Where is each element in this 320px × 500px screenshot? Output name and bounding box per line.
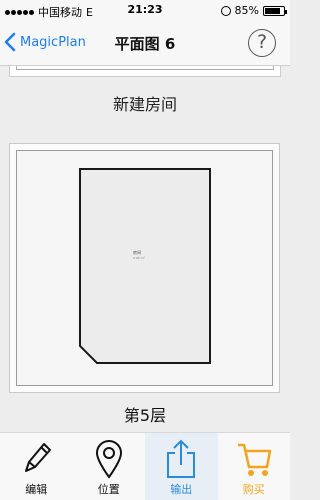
floor-card[interactable]: 房间 0.00 m² — [10, 144, 279, 392]
tab-buy-label: 购买 — [242, 483, 265, 496]
battery-group: 85% — [220, 4, 287, 17]
floor-label: 第5层 — [123, 406, 167, 425]
new-room-label[interactable]: 新建房间 — [0, 91, 290, 115]
map-pin-icon — [95, 440, 122, 479]
bottom-tab-bar: 编辑 位置 输出 购买 — [0, 432, 290, 500]
tab-edit-label: 编辑 — [25, 483, 48, 496]
rotation-lock-icon — [220, 5, 231, 16]
room-area-label: 0.00 m² — [133, 256, 145, 260]
tab-edit[interactable]: 编辑 — [0, 433, 73, 500]
shopping-cart-icon — [237, 443, 271, 476]
new-room-card[interactable] — [10, 66, 280, 76]
navigation-bar: MagicPlan 平面图 6 ? — [0, 20, 290, 66]
battery-percent: 85% — [234, 4, 259, 17]
tab-location[interactable]: 位置 — [73, 433, 146, 500]
help-button[interactable]: ? — [248, 29, 276, 57]
pencil-icon — [25, 443, 52, 472]
back-button[interactable]: MagicPlan — [4, 32, 86, 52]
battery-icon — [263, 5, 287, 16]
tab-location-label: 位置 — [97, 483, 120, 496]
tab-export[interactable]: 输出 — [145, 433, 218, 500]
tab-buy[interactable]: 购买 — [218, 433, 291, 500]
floor-plan-preview: 房间 0.00 m² — [16, 150, 273, 386]
status-bar: 中国移动 E 21:23 85% — [0, 0, 290, 20]
back-button-label: MagicPlan — [20, 34, 86, 50]
plan-list: 新建房间 房间 0.00 m² 第5层 — [0, 66, 290, 432]
floor-plan-drawing — [79, 168, 211, 364]
tab-export-label: 输出 — [170, 483, 193, 496]
chevron-left-icon — [4, 32, 16, 52]
share-export-icon — [167, 439, 196, 478]
